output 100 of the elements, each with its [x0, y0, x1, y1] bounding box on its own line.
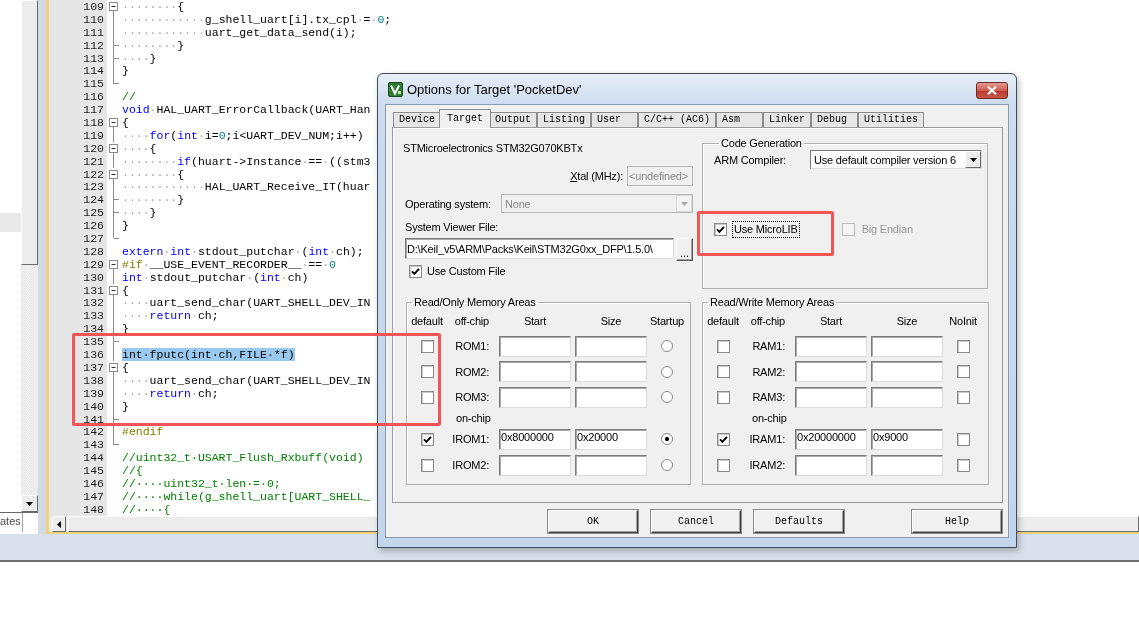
scrollbar-thumb[interactable] [21, 0, 38, 265]
code-line: ····for(int·i=0;i<UART_DEV_NUM;i++) [122, 128, 364, 142]
checkbox[interactable] [956, 432, 970, 446]
dialog-button[interactable]: Defaults [754, 510, 844, 533]
line-number: 132 [83, 296, 104, 310]
size-field[interactable] [871, 454, 943, 476]
collapse-icon[interactable] [109, 285, 118, 295]
vertical-scrollbar[interactable] [21, 0, 38, 512]
code-line: ····uart_send_char(UART_SHELL_DEV_IN [122, 296, 371, 310]
checkbox[interactable] [714, 223, 727, 236]
radio-button[interactable] [661, 433, 673, 446]
checkbox[interactable] [716, 339, 730, 353]
checkbox[interactable] [420, 390, 434, 404]
checkbox[interactable] [716, 458, 730, 472]
collapse-icon[interactable] [109, 169, 118, 179]
group-title: Code Generation [720, 136, 803, 150]
start-address-field[interactable] [499, 386, 571, 408]
checkbox[interactable] [956, 339, 970, 353]
code-line: { [122, 360, 129, 374]
checkbox[interactable] [716, 432, 730, 446]
code-line: } [122, 64, 129, 78]
code-line: #endif [122, 425, 164, 439]
collapse-icon[interactable] [109, 259, 118, 269]
size-field[interactable] [575, 454, 647, 476]
start-address-field[interactable]: 0x20000000 [795, 428, 867, 450]
line-number: 114 [83, 64, 104, 78]
caret-down-icon [26, 501, 33, 506]
size-field[interactable] [575, 335, 647, 357]
start-address-field[interactable] [795, 335, 867, 357]
checkbox[interactable] [420, 339, 434, 353]
size-field[interactable] [575, 386, 647, 408]
size-field[interactable]: 0x20000 [575, 428, 647, 450]
checkbox[interactable] [409, 264, 422, 278]
radio-button[interactable] [661, 365, 673, 378]
code-line: ····{ [122, 141, 157, 155]
checkbox[interactable] [956, 365, 970, 379]
checkbox[interactable] [716, 390, 730, 404]
code-line: ············g_shell_uart[i].tx_cpl·=·0; [122, 12, 392, 26]
radio-button[interactable] [661, 340, 673, 353]
tab[interactable]: C/C++ (AC6) [638, 112, 717, 127]
browse-button[interactable]: ... [676, 238, 693, 261]
size-field[interactable] [871, 335, 943, 357]
dialog-button[interactable]: Help [912, 510, 1002, 533]
start-address-field[interactable] [795, 454, 867, 476]
tab[interactable]: Linker [763, 112, 812, 127]
area-label: RAM2: [752, 364, 785, 379]
collapse-icon[interactable] [109, 143, 118, 153]
tab[interactable]: Device [393, 112, 441, 127]
collapse-icon[interactable] [109, 118, 118, 127]
checkbox[interactable] [420, 432, 434, 446]
start-address-field[interactable] [499, 335, 571, 357]
checkbox[interactable] [956, 458, 970, 472]
size-field[interactable] [871, 361, 943, 383]
file-path-field[interactable]: D:\Keil_v5\ARM\Packs\Keil\STM32G0xx_DFP\1.5.0\ [405, 238, 674, 259]
radio-button[interactable] [661, 459, 673, 472]
start-address-field[interactable] [795, 361, 867, 383]
line-number: 133 [83, 309, 104, 323]
close-button[interactable] [976, 82, 1008, 99]
start-address-field[interactable]: 0x8000000 [499, 428, 571, 450]
code-line: //{ [122, 464, 143, 478]
size-field[interactable] [575, 361, 647, 383]
code-line: int·stdout_putchar·(int·ch) [122, 270, 309, 284]
scroll-down-button[interactable] [21, 495, 38, 512]
code-line: //····while(g_shell_uart[UART_SHELL_ [122, 489, 371, 503]
column-header: Start [523, 315, 547, 328]
compiler-dropdown[interactable]: Use default compiler version 6 [810, 150, 982, 169]
tab[interactable]: Output [489, 112, 538, 127]
line-number: 145 [83, 464, 104, 478]
checkbox[interactable] [420, 458, 434, 472]
size-field[interactable]: 0x9000 [871, 428, 943, 450]
panel-tab[interactable]: ates [0, 513, 23, 532]
line-number: 128 [83, 244, 104, 258]
dialog-button[interactable]: Cancel [651, 510, 741, 533]
code-line: ····} [122, 51, 157, 65]
section-label: on-chip [752, 412, 787, 425]
collapse-icon[interactable] [109, 362, 118, 372]
line-number: 137 [83, 360, 104, 374]
code-line: { [122, 283, 129, 297]
line-number: 115 [83, 77, 104, 91]
tab[interactable]: User [591, 112, 639, 127]
dialog-button[interactable]: OK [548, 510, 638, 533]
start-address-field[interactable] [499, 361, 571, 383]
checkbox[interactable] [716, 365, 730, 379]
radio-button[interactable] [661, 391, 673, 404]
scroll-left-button[interactable] [52, 516, 66, 532]
start-address-field[interactable] [795, 386, 867, 408]
size-field[interactable] [871, 386, 943, 408]
tab[interactable]: Target [439, 109, 492, 128]
code-line: // [122, 90, 136, 104]
checkbox[interactable] [420, 365, 434, 379]
start-address-field[interactable] [499, 454, 571, 476]
tab[interactable]: Asm [716, 112, 764, 127]
tab[interactable]: Utilities [858, 112, 925, 127]
code-line: } [122, 399, 129, 413]
area-label: ROM2: [455, 364, 489, 379]
tab[interactable]: Debug [811, 112, 859, 127]
checkbox[interactable] [956, 390, 970, 404]
collapse-icon[interactable] [109, 2, 118, 11]
tab[interactable]: Listing [537, 112, 592, 127]
field-label: ARM Compiler: [714, 152, 786, 167]
